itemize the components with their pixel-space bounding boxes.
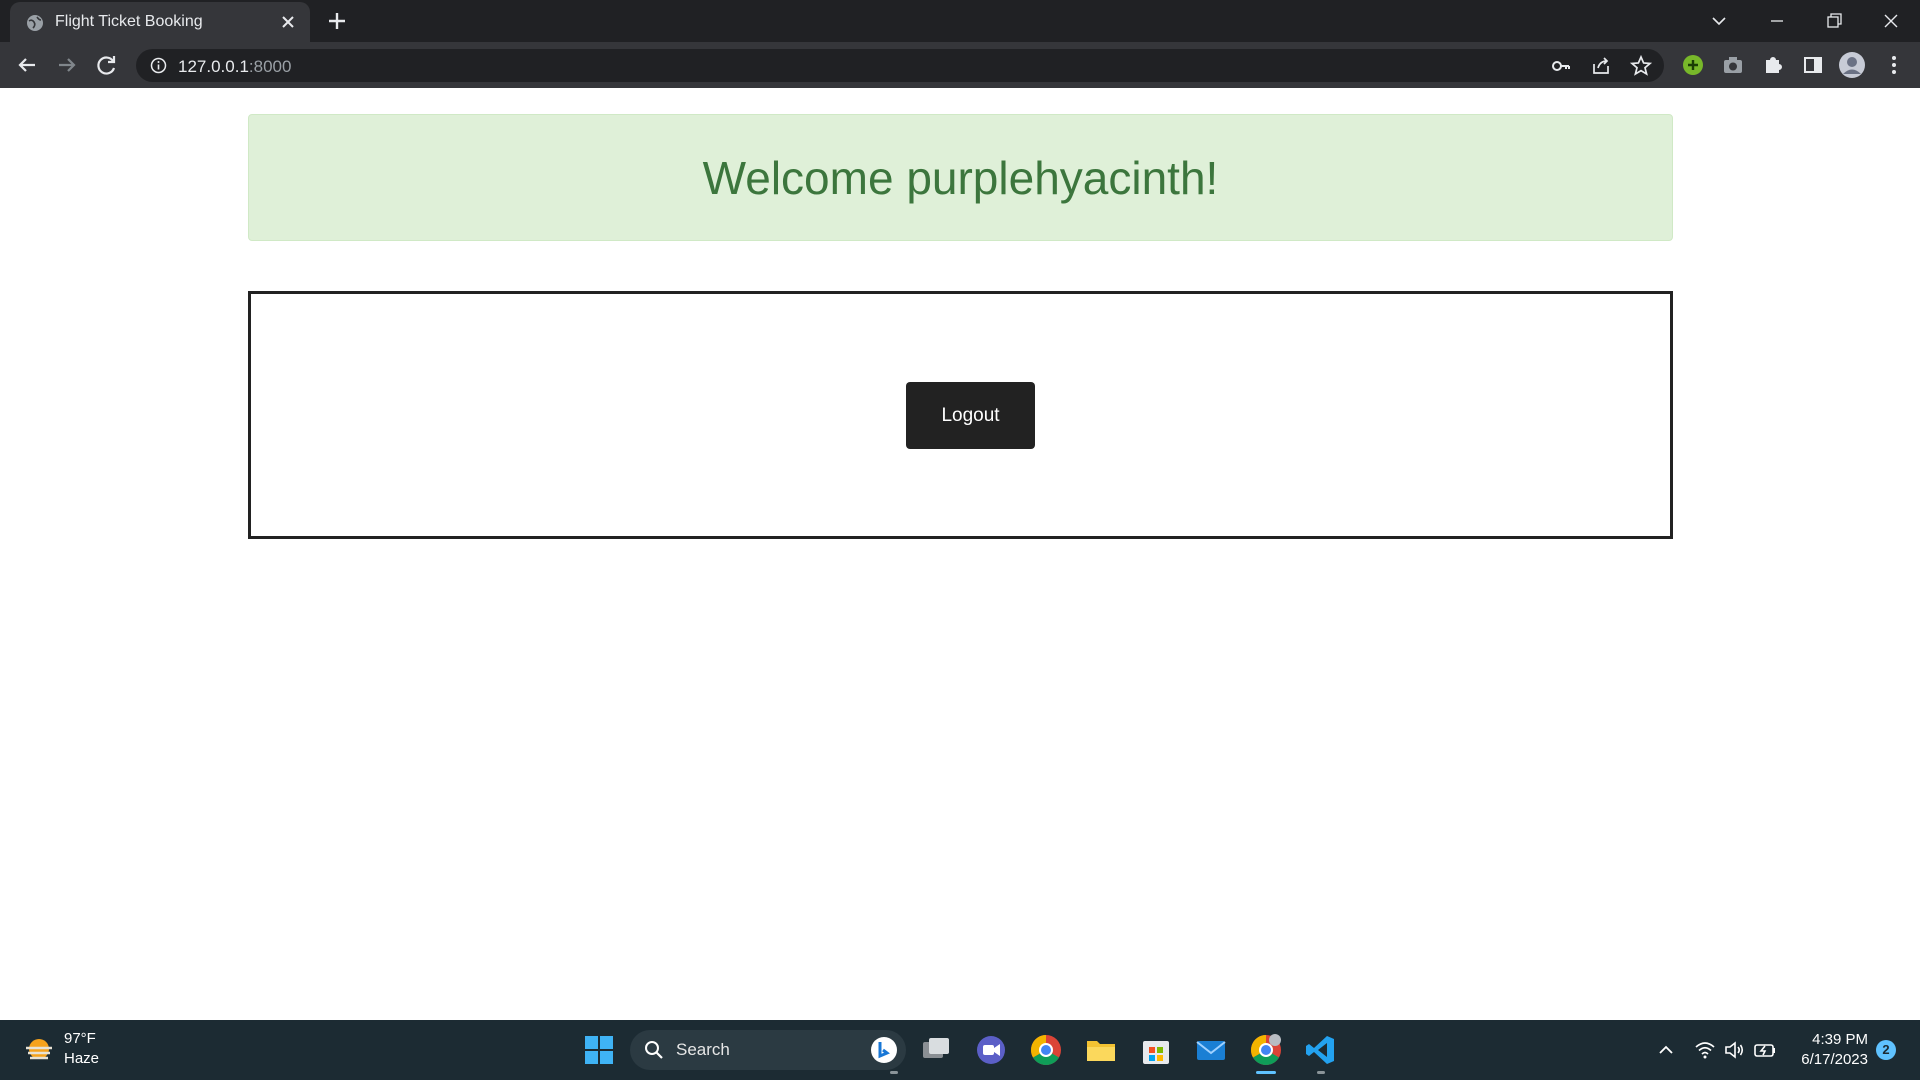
vscode-running-indicator bbox=[1317, 1071, 1325, 1074]
browser-window: Flight Ticket Booking 127.0.0.1:8000 Wel… bbox=[0, 0, 1920, 1080]
globe-icon bbox=[27, 15, 43, 31]
page-content: Welcome purplehyacinth! Logout bbox=[0, 88, 1920, 1020]
mail-icon[interactable] bbox=[1193, 1032, 1229, 1068]
logout-panel: Logout bbox=[248, 291, 1673, 539]
profile-avatar[interactable] bbox=[1838, 51, 1866, 79]
task-view-icon[interactable] bbox=[918, 1032, 954, 1068]
taskbar: 97°F Haze Search 4:39 PM 6/17/2023 2 bbox=[0, 1020, 1920, 1080]
tab-strip: Flight Ticket Booking bbox=[0, 0, 1920, 42]
chrome-active-indicator bbox=[1256, 1071, 1276, 1074]
extensions-puzzle-icon[interactable] bbox=[1759, 51, 1787, 79]
wifi-icon[interactable] bbox=[1693, 1038, 1717, 1062]
search-label: Search bbox=[676, 1040, 730, 1059]
welcome-banner: Welcome purplehyacinth! bbox=[248, 114, 1673, 241]
key-icon[interactable] bbox=[1550, 55, 1572, 77]
restore-icon[interactable] bbox=[1819, 6, 1849, 36]
address-bar[interactable]: 127.0.0.1:8000 bbox=[136, 49, 1664, 82]
vscode-icon[interactable] bbox=[1303, 1032, 1339, 1068]
taskbar-search-box[interactable]: Search bbox=[630, 1030, 906, 1070]
teams-chat-icon[interactable] bbox=[973, 1032, 1009, 1068]
chrome-active-icon[interactable] bbox=[1248, 1032, 1284, 1068]
share-icon[interactable] bbox=[1590, 55, 1612, 77]
url-port: :8000 bbox=[248, 57, 292, 76]
reload-icon[interactable] bbox=[93, 51, 121, 79]
tab-search-chevron-icon[interactable] bbox=[1704, 6, 1734, 36]
browser-toolbar: 127.0.0.1:8000 bbox=[0, 42, 1920, 88]
bing-icon[interactable] bbox=[870, 1036, 898, 1064]
volume-icon[interactable] bbox=[1722, 1038, 1746, 1062]
windows-start-icon[interactable] bbox=[581, 1032, 617, 1068]
chrome-icon[interactable] bbox=[1028, 1032, 1064, 1068]
microsoft-store-icon[interactable] bbox=[1138, 1032, 1174, 1068]
forward-arrow-icon[interactable] bbox=[53, 51, 81, 79]
new-tab-icon[interactable] bbox=[325, 9, 349, 33]
url-host: 127.0.0.1 bbox=[178, 57, 249, 76]
tab-title: Flight Ticket Booking bbox=[55, 13, 203, 30]
tab-flight-ticket-booking[interactable]: Flight Ticket Booking bbox=[10, 2, 310, 42]
minimize-icon[interactable] bbox=[1762, 6, 1792, 36]
clock-date[interactable]: 6/17/2023 bbox=[1790, 1051, 1868, 1068]
weather-temperature: 97°F bbox=[64, 1030, 96, 1047]
weather-haze-icon[interactable] bbox=[22, 1034, 56, 1068]
weather-description: Haze bbox=[64, 1050, 100, 1067]
window-close-icon[interactable] bbox=[1876, 6, 1906, 36]
camera-icon[interactable] bbox=[1719, 51, 1747, 79]
clock-time[interactable]: 4:39 PM bbox=[1790, 1031, 1868, 1048]
battery-charging-icon[interactable] bbox=[1753, 1038, 1777, 1062]
extension-green-icon[interactable] bbox=[1679, 51, 1707, 79]
bookmark-star-icon[interactable] bbox=[1630, 55, 1652, 77]
back-arrow-icon[interactable] bbox=[13, 51, 41, 79]
notification-badge[interactable]: 2 bbox=[1876, 1040, 1896, 1060]
side-panel-icon[interactable] bbox=[1799, 51, 1827, 79]
welcome-message: Welcome purplehyacinth! bbox=[702, 151, 1219, 204]
file-explorer-icon[interactable] bbox=[1083, 1032, 1119, 1068]
menu-dots-icon[interactable] bbox=[1880, 51, 1908, 79]
tray-chevron-up-icon[interactable] bbox=[1654, 1038, 1678, 1062]
logout-button[interactable]: Logout bbox=[906, 382, 1035, 449]
site-info-icon[interactable] bbox=[150, 57, 167, 74]
url-text: 127.0.0.1:8000 bbox=[178, 57, 291, 77]
search-icon bbox=[645, 1041, 663, 1059]
explorer-running-indicator bbox=[890, 1071, 898, 1074]
close-icon[interactable] bbox=[278, 12, 298, 32]
